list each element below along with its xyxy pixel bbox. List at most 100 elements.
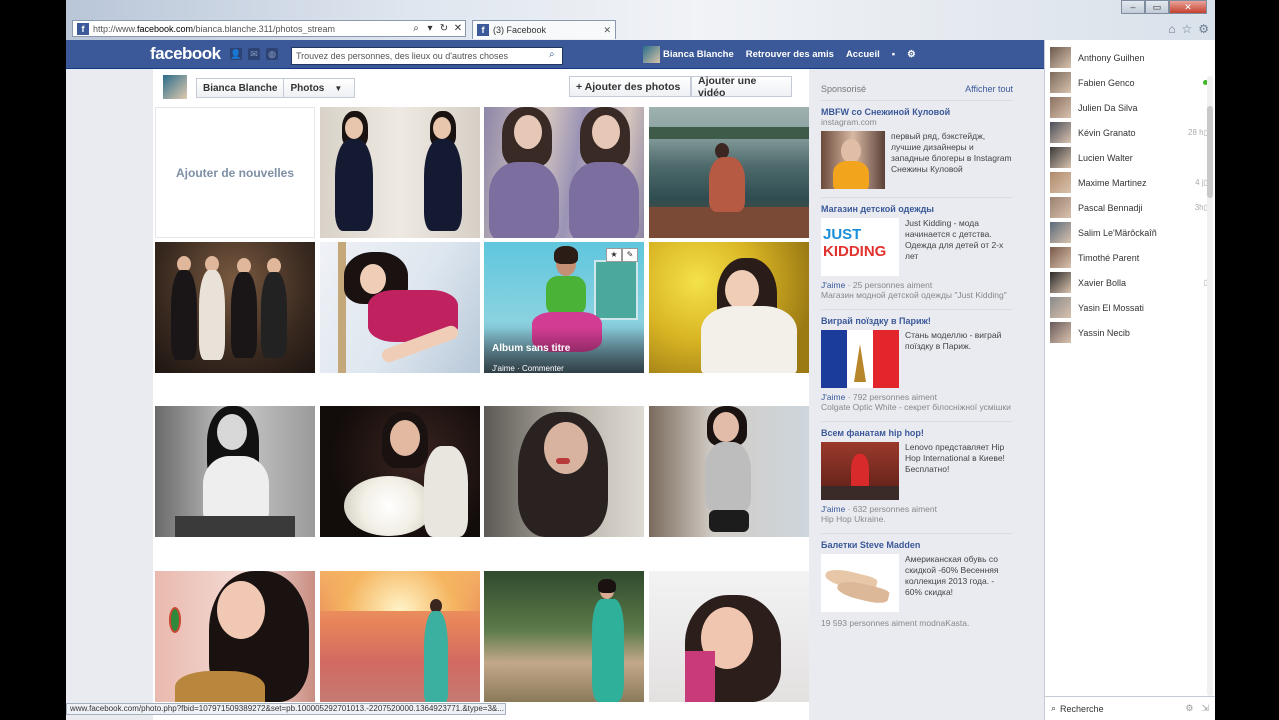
photo-thumbnail[interactable]	[484, 107, 644, 238]
close-window-button[interactable]: ✕	[1169, 0, 1207, 14]
edit-pencil-icon[interactable]: ✎	[622, 248, 638, 262]
chat-friend[interactable]: Yassin Necib	[1050, 321, 1208, 344]
facebook-logo[interactable]: facebook	[150, 44, 221, 64]
add-new-photos-tile[interactable]: Ajouter de nouvelles	[155, 107, 315, 238]
tab-title: (3) Facebook	[493, 25, 547, 35]
ad-image[interactable]	[821, 131, 885, 189]
dropdown-icon[interactable]: ▾	[423, 23, 437, 34]
add-video-button[interactable]: Ajouter une vidéo	[691, 75, 792, 99]
chat-friend[interactable]: Yasin El Mossati	[1050, 296, 1208, 319]
tab-close-icon[interactable]: ✕	[603, 25, 611, 36]
album-overlay: Album sans titre J'aime · Commenter	[484, 327, 644, 373]
avatar	[1050, 197, 1071, 218]
photo-thumbnail[interactable]	[155, 406, 315, 537]
photo-thumbnail[interactable]	[649, 242, 809, 373]
photo-thumbnail[interactable]	[320, 107, 480, 238]
chat-search-input[interactable]: Recherche	[1060, 704, 1104, 714]
star-icon[interactable]: ★	[606, 248, 622, 262]
favorites-star-icon[interactable]: ☆	[1181, 22, 1192, 36]
profile-link[interactable]: Bianca Blanche	[643, 46, 734, 63]
ad-title[interactable]: Виграй поїздку в Париж!	[821, 316, 1013, 326]
notifications-globe-icon[interactable]: ◍	[266, 48, 278, 60]
breadcrumb-photos-dropdown[interactable]: Photos ▼	[283, 79, 354, 97]
like-link[interactable]: J'aime	[821, 504, 845, 514]
window-controls: – ▭ ✕	[1121, 0, 1207, 14]
chat-scrollbar[interactable]	[1207, 76, 1213, 696]
sponsored-column: Sponsorisé Afficher tout MBFW со Снежино…	[821, 84, 1013, 637]
photo-thumbnail[interactable]	[649, 107, 809, 238]
photo-thumbnail[interactable]	[649, 571, 809, 702]
refresh-icon[interactable]: ↻	[437, 23, 451, 34]
maximize-button[interactable]: ▭	[1145, 0, 1169, 14]
friend-requests-icon[interactable]: 👤	[230, 48, 242, 60]
photo-thumbnail[interactable]	[320, 242, 480, 373]
ad-image-france-flag[interactable]	[821, 330, 899, 388]
ad-item[interactable]: MBFW со Снежиной Куловой instagram.com п…	[821, 101, 1013, 198]
home-link[interactable]: Accueil	[846, 49, 880, 60]
gear-icon[interactable]: ⚙	[1198, 22, 1209, 36]
home-icon[interactable]: ⌂	[1168, 22, 1175, 36]
friend-name: Pascal Bennadji	[1078, 202, 1143, 213]
album-actions[interactable]: J'aime · Commenter	[492, 364, 636, 373]
ad-image[interactable]	[821, 442, 899, 500]
minimize-button[interactable]: –	[1121, 0, 1145, 14]
chat-friend[interactable]: Kévin Granato 28 h ▯	[1050, 121, 1208, 144]
ad-title[interactable]: Балетки Steve Madden	[821, 540, 1013, 550]
ad-item[interactable]: Балетки Steve Madden Американская обувь …	[821, 534, 1013, 637]
photo-thumbnail[interactable]	[649, 406, 809, 537]
breadcrumb-name[interactable]: Bianca Blanche	[197, 83, 283, 94]
ad-social: Hip Hop Ukraine.	[821, 514, 886, 524]
ad-item[interactable]: Магазин детской одежды JUST KIDDING Just …	[821, 198, 1013, 310]
address-bar[interactable]: f http://www.facebook.com/bianca.blanche…	[72, 20, 466, 37]
browser-tab[interactable]: f (3) Facebook ✕	[472, 20, 616, 39]
search-icon[interactable]: ⌕	[409, 23, 423, 34]
photo-thumbnail[interactable]	[484, 571, 644, 702]
chat-friend[interactable]: Anthony Guilhen	[1050, 46, 1208, 69]
ad-image-shoes[interactable]	[821, 554, 899, 612]
add-photos-button[interactable]: + Ajouter des photos	[569, 76, 691, 97]
chat-friend[interactable]: Lucien Walter	[1050, 146, 1208, 169]
ad-image-just-kidding-logo[interactable]: JUST KIDDING	[821, 218, 899, 276]
like-link[interactable]: J'aime	[821, 392, 845, 402]
photo-thumbnail[interactable]	[320, 406, 480, 537]
photo-thumbnail[interactable]	[484, 406, 644, 537]
privacy-shortcuts-icon[interactable]: ▪	[892, 49, 895, 60]
ad-text: Lenovo представляет Hip Hop Internationa…	[905, 442, 1005, 474]
chat-search[interactable]: ⌕ Recherche ⚙ ⇲	[1045, 696, 1215, 720]
messages-icon[interactable]: ✉	[248, 48, 260, 60]
chat-options-gear-icon[interactable]: ⚙	[1185, 703, 1193, 714]
ad-text: Стань моделлю - виграй поїздку в Париж.	[905, 330, 1002, 351]
chat-friend[interactable]: Julien Da Silva	[1050, 96, 1208, 119]
photo-thumbnail[interactable]	[155, 571, 315, 702]
like-link[interactable]: J'aime	[821, 280, 845, 290]
ad-item[interactable]: Всем фанатам hip hop! Lenovo представляе…	[821, 422, 1013, 534]
ad-title[interactable]: Всем фанатам hip hop!	[821, 428, 1013, 438]
find-friends-link[interactable]: Retrouver des amis	[746, 49, 834, 60]
avatar	[1050, 247, 1071, 268]
stop-icon[interactable]: ✕	[451, 23, 465, 34]
search-icon[interactable]: ⌕	[549, 49, 555, 60]
chat-popout-icon[interactable]: ⇲	[1201, 703, 1209, 714]
photo-thumbnail[interactable]	[320, 571, 480, 702]
show-all-link[interactable]: Afficher tout	[965, 84, 1013, 94]
ad-title[interactable]: MBFW со Снежиной Куловой	[821, 107, 1013, 117]
chat-friend[interactable]: Maxime Martinez 4 j ▯	[1050, 171, 1208, 194]
friend-name: Fabien Genco	[1078, 77, 1135, 88]
chat-friend[interactable]: Timothé Parent	[1050, 246, 1208, 269]
breadcrumb: Bianca Blanche Photos ▼	[196, 78, 356, 98]
photo-thumbnail[interactable]	[155, 242, 315, 373]
avatar	[1050, 272, 1071, 293]
search-input[interactable]: Trouvez des personnes, des lieux ou d'au…	[291, 47, 563, 65]
chat-friend[interactable]: Pascal Bennadji 3h ▯	[1050, 196, 1208, 219]
ad-item[interactable]: Виграй поїздку в Париж! Стань моделлю - …	[821, 310, 1013, 422]
ad-title[interactable]: Магазин детской одежды	[821, 204, 1013, 214]
settings-gear-icon[interactable]: ⚙	[907, 49, 916, 60]
scrollbar-thumb[interactable]	[1207, 106, 1213, 198]
chat-friend[interactable]: Xavier Bolla ▯	[1050, 271, 1208, 294]
chat-friend[interactable]: Fabien Genco	[1050, 71, 1208, 94]
album-title[interactable]: Album sans titre	[492, 343, 636, 354]
chat-friend[interactable]: Salim Le'Märôckaîñ	[1050, 221, 1208, 244]
top-nav: Bianca Blanche Retrouver des amis Accuei…	[643, 46, 916, 63]
album-cover-photo[interactable]: ★ ✎ Album sans titre J'aime · Commenter	[484, 242, 644, 373]
avatar[interactable]	[163, 75, 187, 99]
